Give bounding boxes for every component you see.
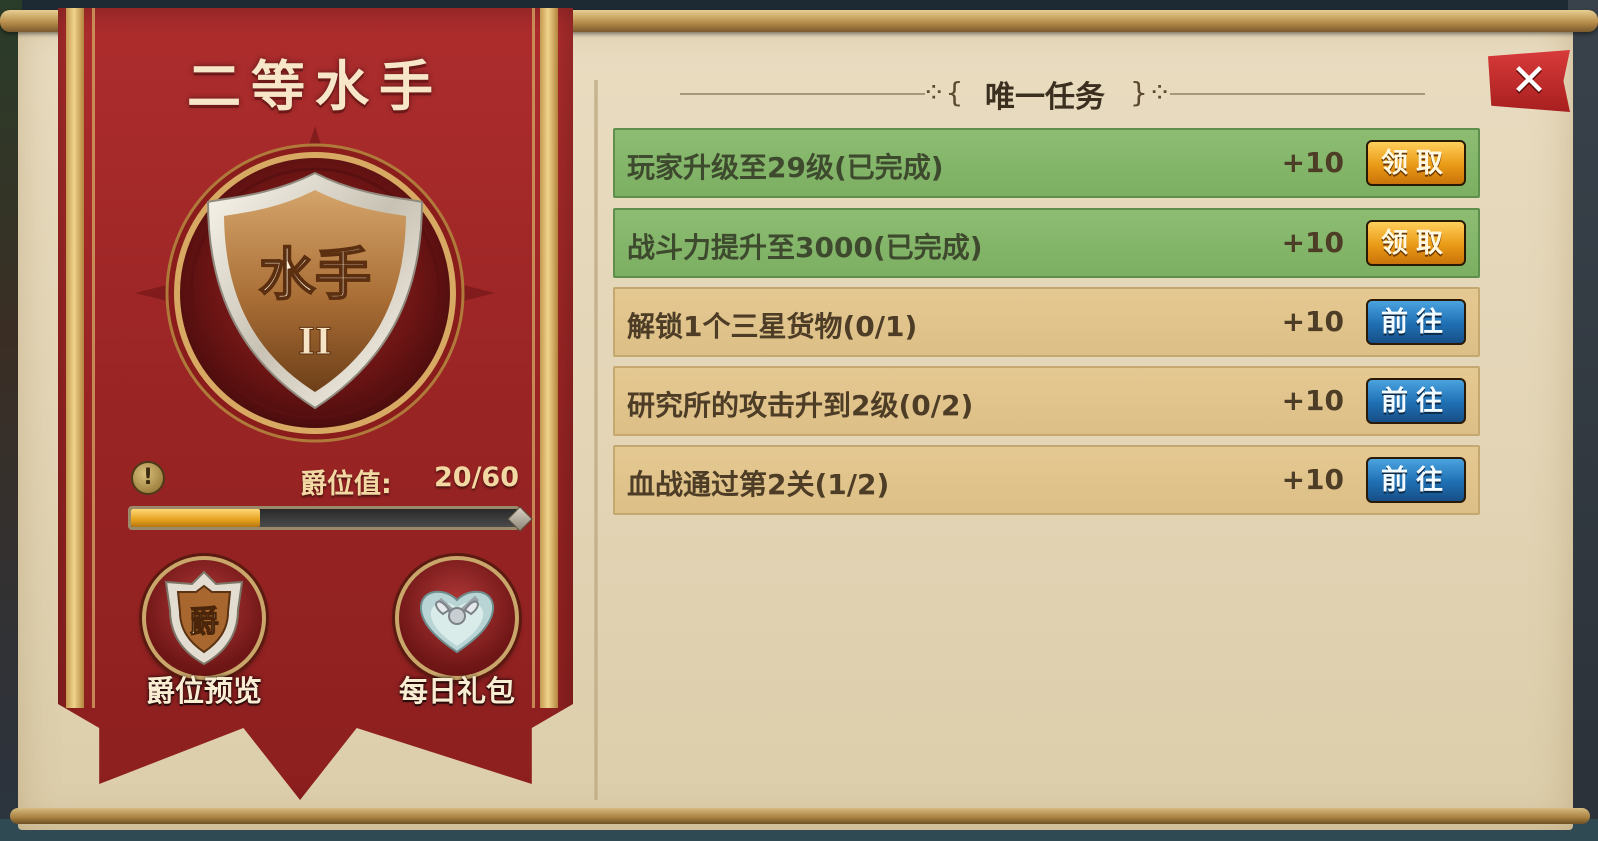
task-reward: +10 (1281, 226, 1344, 259)
title-ornament-left: ⁘{ (922, 76, 964, 109)
scroll-rod-bottom (10, 808, 1590, 824)
close-icon: ✕ (1510, 55, 1548, 106)
emblem-text: 水手 (259, 243, 371, 308)
task-reward: +10 (1281, 463, 1344, 496)
banner-border-right (540, 8, 558, 708)
task-text: 玩家升级至29级(已完成) (627, 151, 944, 184)
gift-box-icon (395, 556, 519, 680)
task-row: 解锁1个三星货物(0/1) +10 前往 (613, 287, 1480, 357)
rank-preview-label: 爵位预览 (145, 674, 262, 708)
rank-progress-fill (131, 509, 260, 527)
rank-badge-char: 爵 (189, 605, 219, 640)
title-line-right (1170, 93, 1425, 95)
daily-gift-button[interactable]: 每日礼包 (375, 556, 535, 716)
daily-gift-label: 每日礼包 (398, 674, 515, 708)
task-row: 玩家升级至29级(已完成) +10 领取 (613, 128, 1480, 198)
rank-value-label: 爵位值: (300, 469, 392, 500)
rank-shield-icon: 水手 II (135, 126, 495, 443)
claim-button[interactable]: 领取 (1366, 220, 1466, 266)
panel-divider (594, 80, 598, 800)
title-ornament-right: }⁘ (1130, 76, 1172, 109)
task-row: 血战通过第2关(1/2) +10 前往 (613, 445, 1480, 515)
title-line-left (680, 93, 925, 95)
task-text: 研究所的攻击升到2级(0/2) (627, 389, 974, 422)
task-text: 解锁1个三星货物(0/1) (627, 310, 918, 343)
tasks-title: 唯一任务 (985, 80, 1105, 115)
emblem-numeral: II (298, 321, 332, 363)
rank-progress-bar (128, 506, 533, 532)
rank-title: 二等水手 (187, 55, 443, 118)
go-button[interactable]: 前往 (1366, 299, 1466, 345)
go-button[interactable]: 前往 (1366, 457, 1466, 503)
task-reward: +10 (1281, 305, 1344, 338)
banner-border-left (66, 8, 84, 708)
task-text: 战斗力提升至3000(已完成) (627, 231, 983, 264)
banner-inner-line-left (92, 8, 95, 708)
task-reward: +10 (1281, 146, 1344, 179)
rank-preview-button[interactable]: 爵 爵位预览 (122, 556, 282, 716)
task-row: 战斗力提升至3000(已完成) +10 领取 (613, 208, 1480, 278)
task-text: 血战通过第2关(1/2) (627, 468, 890, 501)
claim-button[interactable]: 领取 (1366, 140, 1466, 186)
task-row: 研究所的攻击升到2级(0/2) +10 前往 (613, 366, 1480, 436)
go-button[interactable]: 前往 (1366, 378, 1466, 424)
rank-badge-icon: 爵 (142, 556, 266, 680)
rank-value: 20/60 (434, 462, 520, 493)
info-icon[interactable]: ! (131, 461, 165, 495)
rank-emblem: 水手 II (130, 118, 500, 468)
task-reward: +10 (1281, 384, 1344, 417)
close-button[interactable]: ✕ (1488, 50, 1570, 112)
